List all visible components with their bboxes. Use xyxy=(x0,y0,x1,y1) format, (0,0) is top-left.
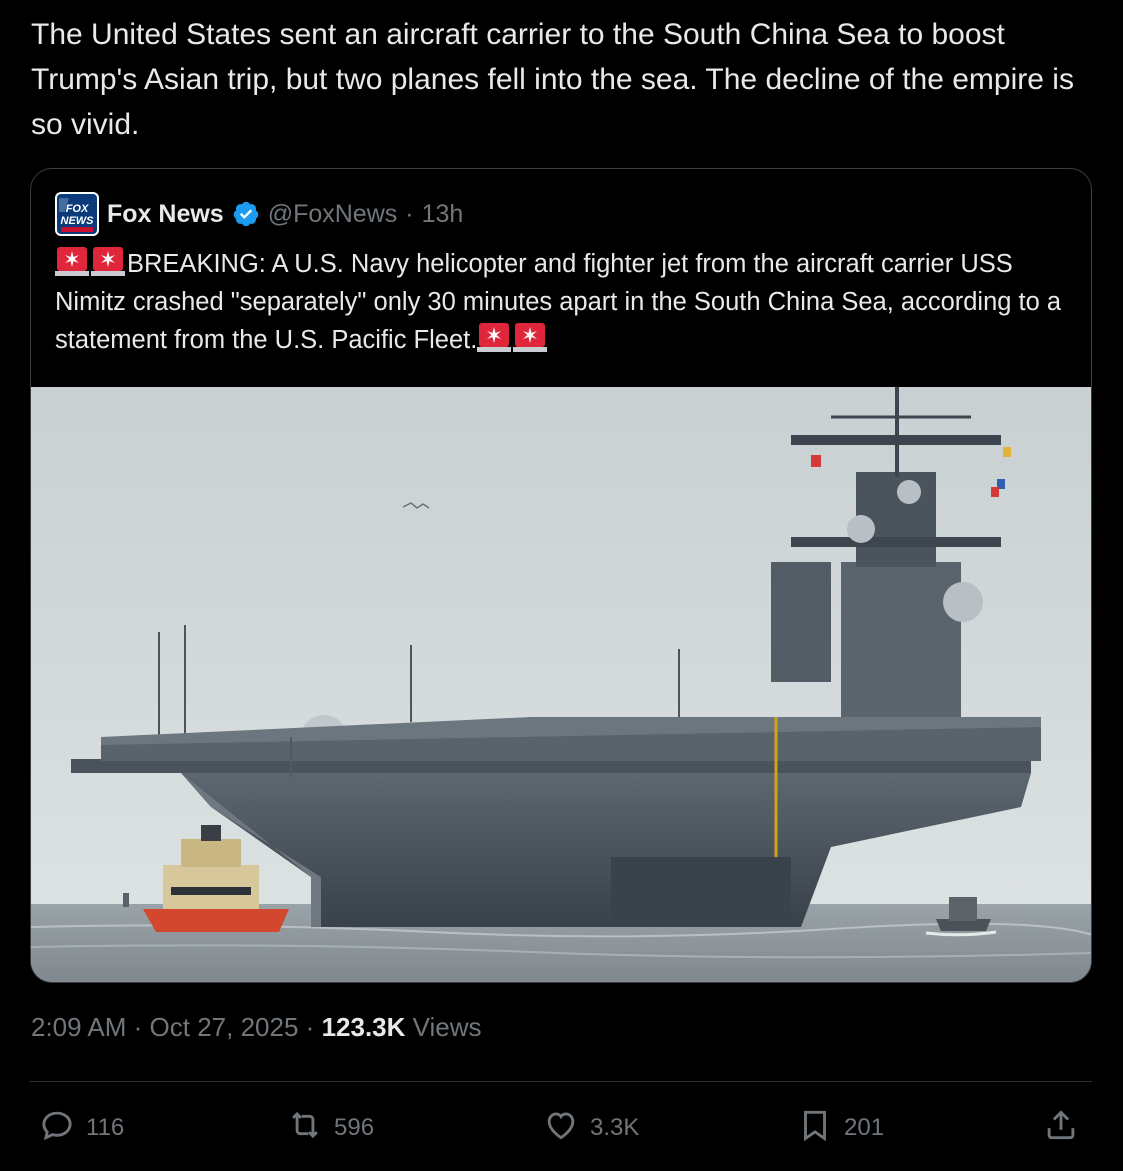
share-button[interactable] xyxy=(1042,1100,1080,1156)
action-bar: 116 596 3.3K 201 xyxy=(30,1100,1092,1156)
siren-emoji-icon xyxy=(55,245,89,277)
quoted-tweet-header: FOX NEWS Fox News @FoxNews · 13h xyxy=(55,192,464,236)
aircraft-carrier-photo[interactable] xyxy=(31,387,1092,983)
tweet-date[interactable]: Oct 27, 2025 xyxy=(150,1012,299,1042)
share-icon xyxy=(1042,1106,1080,1151)
siren-emoji-icon xyxy=(91,245,125,277)
tweet-time[interactable]: 2:09 AM xyxy=(31,1012,126,1042)
quoted-author-name[interactable]: Fox News xyxy=(107,200,224,229)
siren-emoji-icon xyxy=(513,321,548,353)
quoted-tweet-card[interactable]: FOX NEWS Fox News @FoxNews · 13h BREAKIN… xyxy=(30,168,1092,983)
quoted-timestamp[interactable]: 13h xyxy=(422,200,464,229)
heart-icon xyxy=(542,1106,580,1151)
fox-news-avatar[interactable]: FOX NEWS xyxy=(55,192,99,236)
repost-count: 596 xyxy=(334,1114,375,1141)
verified-badge-icon xyxy=(232,200,260,228)
like-count: 3.3K xyxy=(590,1114,640,1141)
tweet-text: The United States sent an aircraft carri… xyxy=(31,18,1074,141)
logo-news-lettering: NEWS xyxy=(61,215,95,227)
divider xyxy=(30,1081,1092,1082)
reply-count: 116 xyxy=(86,1114,125,1141)
tweet-meta: 2:09 AM · Oct 27, 2025 · 123.3K Views xyxy=(31,1012,482,1043)
bookmark-button[interactable]: 201 xyxy=(796,1100,884,1156)
repost-icon xyxy=(286,1106,324,1151)
meta-separator: · xyxy=(305,1012,315,1042)
siren-emoji-icon xyxy=(477,321,512,353)
views-count: 123.3K xyxy=(321,1012,406,1042)
like-button[interactable]: 3.3K xyxy=(542,1100,639,1156)
reply-icon xyxy=(38,1106,76,1151)
quoted-handle[interactable]: @FoxNews xyxy=(268,200,398,229)
bookmark-icon xyxy=(796,1106,834,1151)
quoted-tweet-body: BREAKING: A U.S. Navy helicopter and fig… xyxy=(55,250,1062,354)
views-label: Views xyxy=(412,1012,482,1042)
meta-separator: · xyxy=(133,1012,143,1042)
logo-fox-lettering: FOX xyxy=(66,203,89,215)
header-separator: · xyxy=(405,199,414,228)
quoted-tweet-text: BREAKING: A U.S. Navy helicopter and fig… xyxy=(55,245,1075,360)
repost-button[interactable]: 596 xyxy=(286,1100,374,1156)
bookmark-count: 201 xyxy=(844,1114,885,1141)
reply-button[interactable]: 116 xyxy=(38,1100,124,1156)
